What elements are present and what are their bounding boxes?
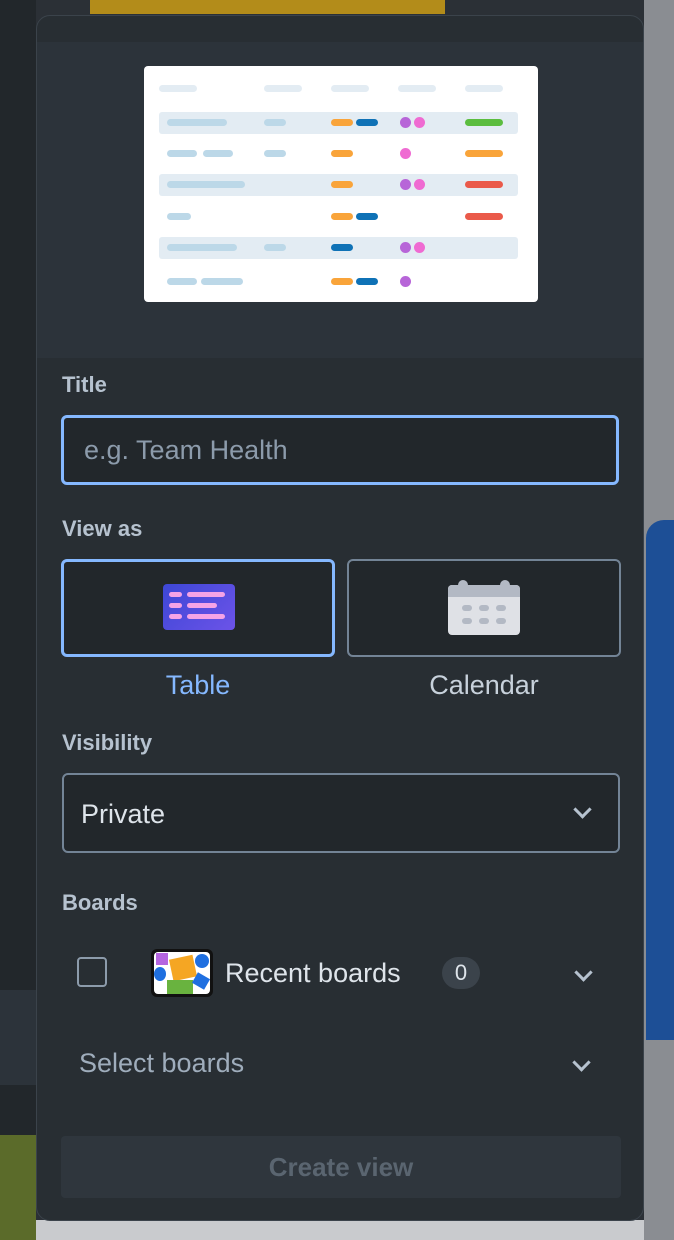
background-card-green [0,1135,36,1240]
view-option-calendar-label[interactable]: Calendar [347,670,621,701]
create-view-popover: Title View as Table Calendar Visibility [36,15,644,1221]
background-right-shape [646,520,674,1040]
visibility-value: Private [81,799,166,829]
view-option-table[interactable] [61,559,335,657]
recent-boards-count-badge: 0 [442,957,480,989]
select-boards-chevron-down-icon[interactable] [572,1053,591,1072]
title-label: Title [62,372,107,397]
select-boards-dropdown[interactable]: Select boards [79,1048,244,1079]
create-view-button[interactable]: Create view [61,1136,621,1198]
table-icon [163,584,235,630]
board-thumbnail [151,949,213,997]
background-top-strip [90,0,445,14]
view-preview [37,42,643,358]
recent-boards-checkbox[interactable] [77,957,107,987]
recent-boards-chevron-down-icon[interactable] [574,963,593,982]
boards-label: Boards [62,890,138,915]
title-input[interactable] [61,415,619,485]
background-bottom-strip [36,1220,644,1240]
view-option-table-label[interactable]: Table [61,670,335,701]
visibility-label: Visibility [62,730,153,755]
view-option-calendar[interactable] [347,559,621,657]
chevron-down-icon [573,800,592,819]
table-preview-image [144,66,538,302]
visibility-select[interactable]: Private [62,773,620,853]
background-card [0,990,36,1085]
calendar-icon [448,580,520,635]
recent-boards-label[interactable]: Recent boards [225,958,401,989]
view-as-label: View as [62,516,143,541]
